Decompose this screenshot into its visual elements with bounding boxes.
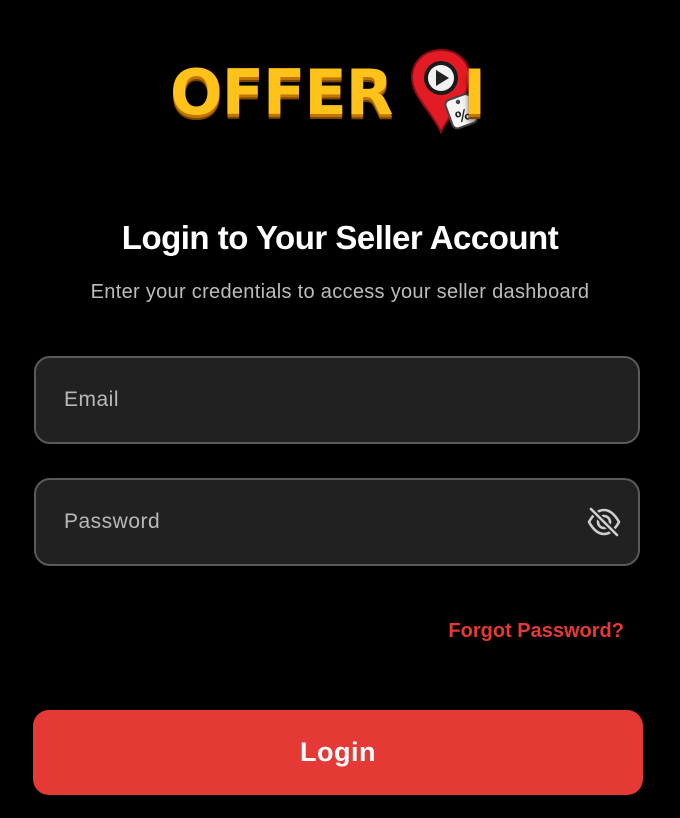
logo-wordmark: OFFER: [170, 56, 394, 129]
logo-wordmark-end: I: [463, 56, 487, 129]
email-field-container: [34, 356, 640, 444]
forgot-password-link[interactable]: Forgot Password?: [448, 618, 624, 644]
page-title: Login to Your Seller Account: [121, 219, 559, 256]
login-button[interactable]: Login: [33, 710, 643, 795]
eye-off-icon[interactable]: [586, 506, 622, 538]
email-input[interactable]: [64, 358, 584, 442]
offeri-logo: OFFER % I: [170, 48, 490, 134]
password-input[interactable]: [64, 480, 584, 564]
page-subtitle: Enter your credentials to access your se…: [90, 281, 590, 303]
password-field-container: [34, 478, 640, 566]
